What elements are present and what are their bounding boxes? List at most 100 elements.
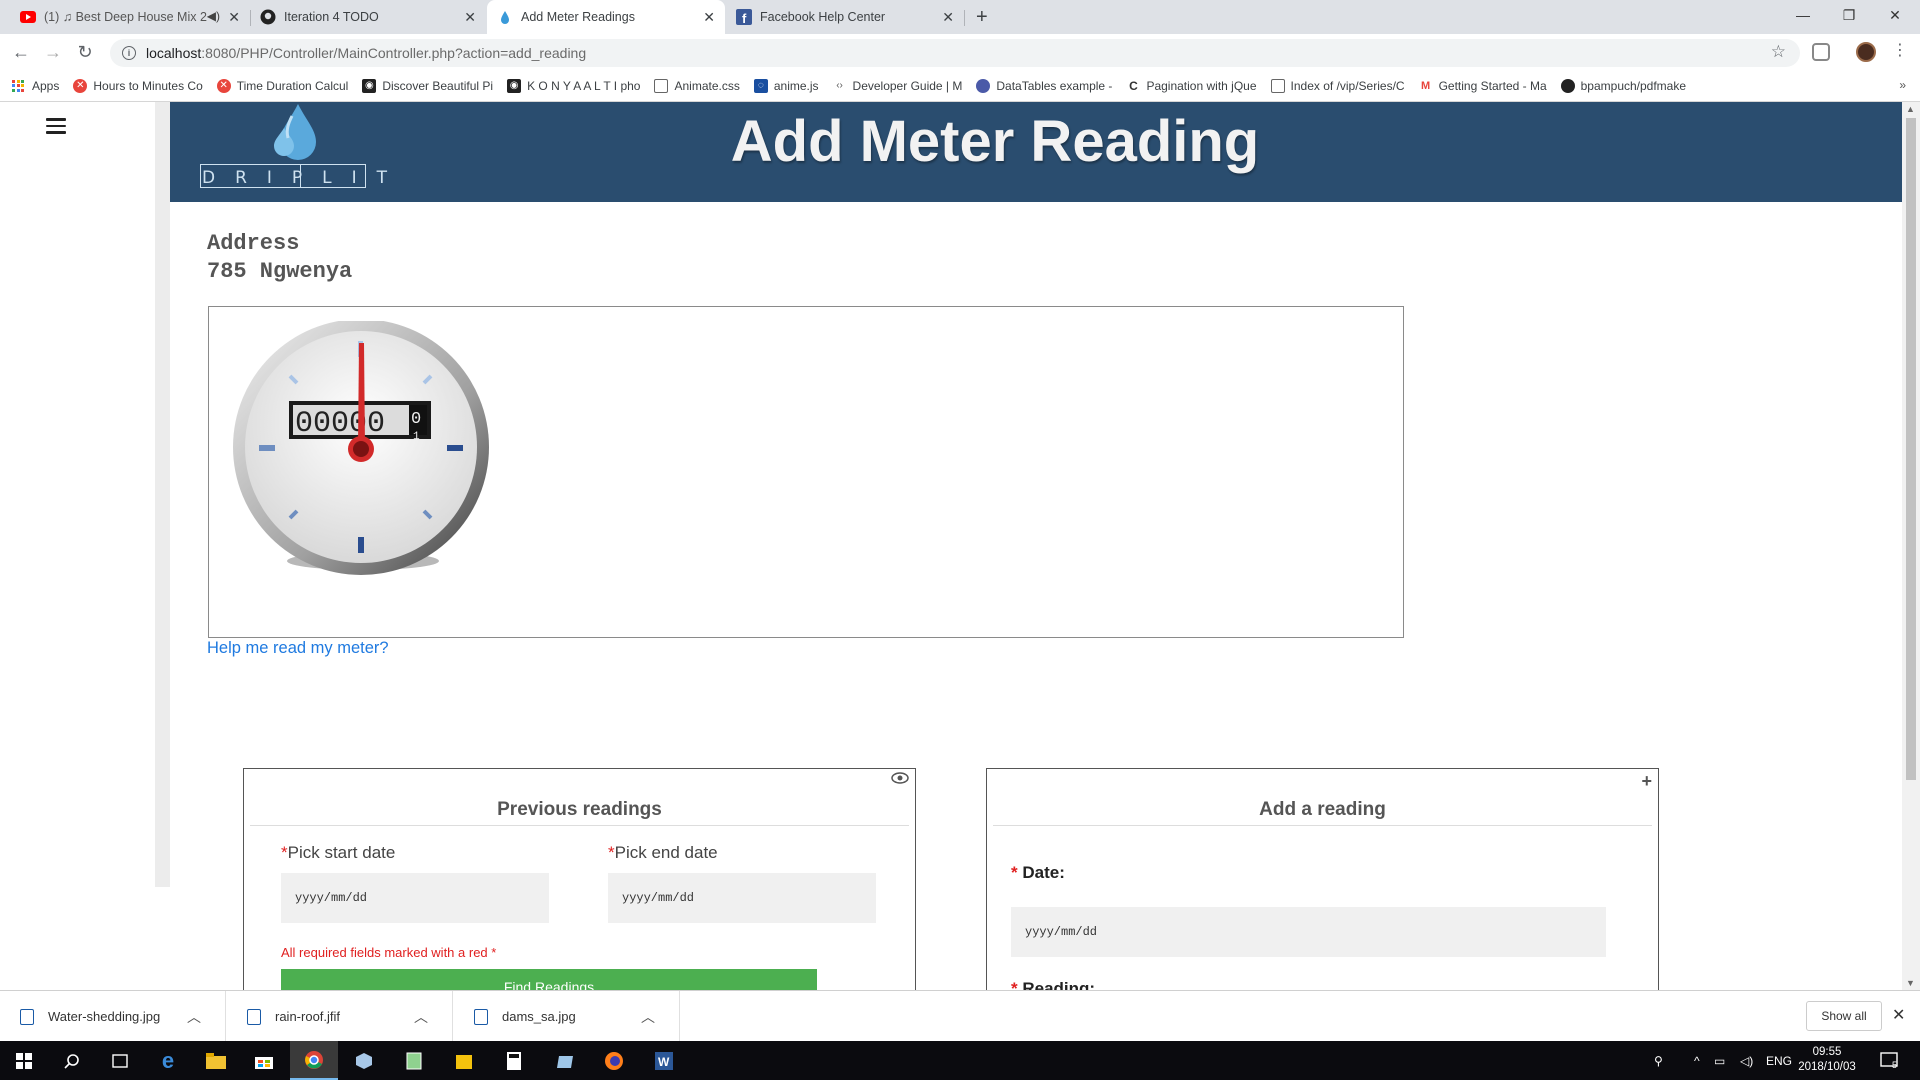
bookmark-hours-to-minutes[interactable]: ✕ Hours to Minutes Co — [73, 78, 203, 93]
end-date-input[interactable]: yyyy/mm/dd — [608, 873, 876, 923]
page-viewport: DRIPLIT Add Meter Reading Address 785 Ng… — [0, 102, 1920, 990]
notepad-icon[interactable] — [390, 1041, 438, 1080]
address-bar[interactable]: i localhost:8080/PHP/Controller/MainCont… — [110, 39, 1800, 67]
download-filename: rain-roof.jfif — [275, 1009, 341, 1024]
file-icon — [1270, 78, 1285, 93]
plus-icon[interactable]: + — [1641, 771, 1652, 792]
tab-iteration[interactable]: Iteration 4 TODO ✕ — [250, 0, 486, 34]
window-close-icon[interactable]: ✕ — [1872, 0, 1918, 30]
hamburger-menu-icon[interactable] — [46, 118, 66, 134]
image-file-icon — [20, 1008, 34, 1025]
edge-icon[interactable]: e — [144, 1041, 192, 1080]
bookmark-getting-started[interactable]: M Getting Started - Ma — [1419, 79, 1547, 93]
github-icon — [1560, 78, 1575, 93]
bookmark-time-duration[interactable]: ✕ Time Duration Calcul — [216, 78, 348, 93]
bookmark-pdfmake[interactable]: bpampuch/pdfmake — [1560, 78, 1686, 93]
bookmark-animate-css[interactable]: Animate.css — [654, 78, 740, 93]
bookmark-konyaalti[interactable]: ◉ K O N Y A A L T I pho — [507, 78, 640, 93]
scroll-up-icon[interactable]: ▲ — [1906, 104, 1915, 114]
virtualbox-icon[interactable] — [340, 1041, 388, 1080]
browser-tab-bar: (1) ♫ Best Deep House Mix 2 ◀) ✕ Iterati… — [0, 0, 1920, 34]
tab-title: Facebook Help Center — [760, 10, 886, 24]
forward-icon[interactable]: → — [42, 41, 64, 63]
notification-count: 5 — [1892, 1059, 1898, 1070]
page-scrollbar[interactable]: ▲ ▼ — [1902, 102, 1920, 990]
page-title: Add Meter Reading — [730, 109, 1260, 174]
close-icon[interactable]: ✕ — [703, 9, 715, 26]
bookmark-developer-guide[interactable]: ‹› Developer Guide | M — [833, 79, 962, 93]
reload-icon[interactable]: ↻ — [74, 41, 96, 63]
tab-title: (1) ♫ Best Deep House Mix 2 — [44, 10, 207, 24]
notifications-icon[interactable]: 5 — [1880, 1041, 1898, 1080]
download-item[interactable]: rain-roof.jfif ︿ — [227, 991, 453, 1042]
extension-icon[interactable] — [1812, 43, 1830, 61]
tab-youtube[interactable]: (1) ♫ Best Deep House Mix 2 ◀) ✕ — [10, 0, 250, 34]
windows-start-icon[interactable] — [0, 1041, 48, 1080]
bookmark-index-of[interactable]: Index of /vip/Series/C — [1270, 78, 1405, 93]
language-indicator[interactable]: ENG — [1766, 1041, 1792, 1080]
file-icon — [654, 78, 669, 93]
menu-dots-icon[interactable]: ⋮ — [1892, 40, 1908, 60]
facebook-icon: f — [736, 9, 752, 25]
new-tab-icon[interactable]: + — [976, 6, 988, 29]
download-item[interactable]: Water-shedding.jpg ︿ — [0, 991, 226, 1042]
more-bookmarks-icon[interactable]: » — [1899, 78, 1906, 92]
bookmark-label: DataTables example - — [996, 78, 1113, 93]
scrollbar-thumb[interactable] — [1906, 118, 1916, 780]
bookmark-anime-js[interactable]: ◌ anime.js — [753, 78, 819, 93]
chevron-up-icon[interactable]: ︿ — [187, 1007, 201, 1027]
sticky-notes-icon[interactable] — [440, 1041, 488, 1080]
app-icon[interactable] — [540, 1041, 588, 1080]
bookmark-apps[interactable]: Apps — [12, 79, 59, 93]
close-icon[interactable]: ✕ — [228, 9, 240, 26]
bookmark-pagination[interactable]: C Pagination with jQue — [1126, 79, 1256, 93]
search-icon[interactable] — [48, 1041, 96, 1080]
avatar[interactable] — [1856, 42, 1876, 62]
close-icon[interactable]: ✕ — [1892, 1005, 1905, 1025]
find-readings-button[interactable]: Find Readings — [281, 969, 817, 990]
water-meter-gauge-icon: 00000 0 1 — [233, 321, 489, 575]
page-icon — [497, 9, 513, 25]
eye-icon[interactable] — [891, 771, 909, 789]
show-all-button[interactable]: Show all — [1806, 1001, 1882, 1031]
network-icon[interactable]: ▭ — [1714, 1041, 1725, 1080]
bookmark-discover[interactable]: ◉ Discover Beautiful Pi — [362, 78, 493, 93]
firefox-icon[interactable] — [590, 1041, 638, 1080]
info-icon[interactable]: i — [122, 46, 136, 60]
calculator-icon[interactable] — [490, 1041, 538, 1080]
bookmark-datatables[interactable]: DataTables example - — [976, 78, 1113, 93]
store-icon[interactable] — [240, 1041, 288, 1080]
minimize-icon[interactable]: — — [1780, 0, 1826, 30]
close-icon[interactable]: ✕ — [464, 9, 476, 26]
camera-icon: ◉ — [362, 78, 377, 93]
chevron-up-icon[interactable]: ︿ — [414, 1007, 428, 1027]
github-icon — [260, 9, 276, 25]
close-icon[interactable]: ✕ — [942, 9, 954, 26]
svg-text:f: f — [742, 11, 747, 25]
chevron-up-icon[interactable]: ^ — [1694, 1041, 1700, 1080]
sidebar-scrollbar[interactable] — [155, 102, 170, 887]
svg-text:W: W — [658, 1055, 670, 1069]
tab-facebook-help[interactable]: f Facebook Help Center ✕ — [726, 0, 964, 34]
chevron-up-icon[interactable]: ︿ — [641, 1007, 655, 1027]
file-explorer-icon[interactable] — [192, 1041, 240, 1080]
help-read-meter-link[interactable]: Help me read my meter? — [207, 639, 389, 658]
download-item[interactable]: dams_sa.jpg ︿ — [454, 991, 680, 1042]
start-date-input[interactable]: yyyy/mm/dd — [281, 873, 549, 923]
people-icon[interactable]: ⚲ — [1654, 1041, 1663, 1080]
previous-readings-title: Previous readings — [497, 799, 662, 820]
task-view-icon[interactable] — [96, 1041, 144, 1080]
chrome-icon[interactable] — [290, 1041, 338, 1080]
restore-icon[interactable]: ❐ — [1826, 0, 1872, 30]
system-clock[interactable]: 09:55 2018/10/03 — [1792, 1045, 1862, 1075]
scroll-down-icon[interactable]: ▼ — [1906, 978, 1915, 988]
add-reading-title: Add a reading — [1259, 799, 1386, 820]
tab-add-meter-readings[interactable]: Add Meter Readings ✕ — [487, 0, 725, 34]
speaker-icon[interactable]: ◀) — [207, 9, 220, 23]
back-icon[interactable]: ← — [10, 41, 32, 63]
word-icon[interactable]: W — [640, 1041, 688, 1080]
reading-date-input[interactable]: yyyy/mm/dd — [1011, 907, 1606, 957]
star-icon[interactable]: ☆ — [1771, 42, 1786, 62]
bookmark-label: anime.js — [773, 78, 819, 93]
volume-icon[interactable]: ◁) — [1740, 1041, 1753, 1080]
